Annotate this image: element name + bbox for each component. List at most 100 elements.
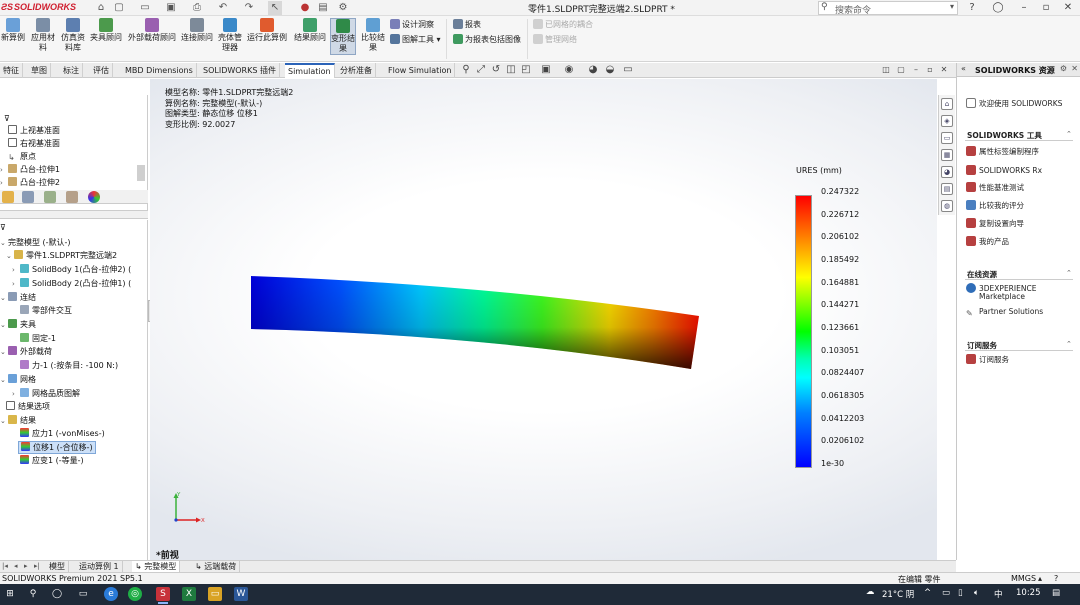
- task-view-icon[interactable]: ◯: [50, 587, 64, 601]
- tree-solid-body-2[interactable]: › SolidBody 2(凸台-拉伸1) (: [12, 278, 131, 290]
- appearances-icon[interactable]: ◕: [941, 166, 953, 178]
- undo-icon[interactable]: ↶: [216, 1, 230, 15]
- print-icon[interactable]: ⎙: [190, 1, 204, 15]
- pane-close-icon[interactable]: ✕: [938, 64, 950, 76]
- tab-flow-simulation[interactable]: Flow Simulation: [385, 63, 456, 78]
- tree-item-top-plane[interactable]: 上视基准面: [8, 125, 60, 136]
- tree-force-1[interactable]: 力-1 (:按条目: -100 N:): [20, 360, 118, 371]
- run-study-button[interactable]: 运行此算例: [246, 18, 288, 43]
- online-partner-solutions[interactable]: ✎ Partner Solutions: [966, 307, 1043, 319]
- volume-icon[interactable]: 🔈︎: [974, 588, 979, 598]
- edge-browser-icon[interactable]: e: [104, 587, 118, 601]
- units-dropdown-icon[interactable]: ▴: [1038, 574, 1042, 583]
- status-help-icon[interactable]: ?: [1054, 574, 1058, 583]
- tree-part[interactable]: ⌄ 零件1.SLDPRT完整远端2: [6, 250, 117, 262]
- report-button[interactable]: 报表: [453, 19, 481, 30]
- deformed-result-button[interactable]: 变形结果: [330, 18, 356, 55]
- search-commands-input[interactable]: ⚲ 搜索命令 ▾: [818, 1, 958, 16]
- weather-temperature[interactable]: 21°C 阴: [882, 588, 914, 600]
- tree-mesh[interactable]: ⌄ 网格: [0, 374, 36, 386]
- hide-show-icon[interactable]: ◉: [563, 64, 575, 76]
- tab-features[interactable]: 特征: [0, 63, 23, 78]
- edit-appearance-icon[interactable]: ◕: [587, 64, 599, 76]
- tab-markup[interactable]: 标注: [60, 63, 83, 78]
- tree-strain-1[interactable]: 应变1 (-等量-): [20, 455, 84, 466]
- tool-performance-benchmark[interactable]: 性能基准测试: [966, 182, 1024, 192]
- tree-stress-1[interactable]: 应力1 (-vonMises-): [20, 428, 105, 439]
- section-view-icon[interactable]: ◫: [505, 64, 517, 76]
- tab-simulation[interactable]: Simulation: [285, 63, 335, 78]
- open-file-icon[interactable]: ▭: [138, 1, 152, 15]
- online-collapse-icon[interactable]: ⌃: [1066, 269, 1072, 277]
- maximize-button[interactable]: ▫: [1036, 1, 1056, 15]
- ime-indicator[interactable]: 中: [994, 588, 1003, 600]
- previous-view-icon[interactable]: ↺: [490, 64, 502, 76]
- pane-maximize-icon[interactable]: ▫: [924, 64, 936, 76]
- solidworks-forum-icon[interactable]: ◍: [941, 200, 953, 212]
- tree-fixed-1[interactable]: 固定-1: [20, 333, 56, 344]
- panel-splitter[interactable]: [0, 210, 148, 219]
- file-explorer-taskbar-icon[interactable]: ▭: [208, 587, 222, 601]
- results-advisor-button[interactable]: 结果顾问: [292, 18, 328, 43]
- file-props-icon[interactable]: ▤: [316, 1, 330, 15]
- new-file-icon[interactable]: ▢: [112, 1, 126, 15]
- notification-icon[interactable]: ▤: [1052, 588, 1060, 598]
- simulation-library-button[interactable]: 仿真资料库: [60, 18, 86, 53]
- network-icon[interactable]: ▭: [942, 588, 950, 598]
- tab-solidworks-addins[interactable]: SOLIDWORKS 插件: [200, 63, 280, 78]
- filter-icon[interactable]: ⊽: [4, 113, 10, 124]
- collapse-pane-icon[interactable]: «: [961, 64, 966, 73]
- plot-tools-button[interactable]: 图解工具 ▾: [390, 34, 441, 45]
- scene-icon[interactable]: ◒: [604, 64, 616, 76]
- external-loads-advisor-button[interactable]: 外部载荷顾问: [126, 18, 178, 43]
- tree-item-boss-extrude-2[interactable]: › 凸台-拉伸2: [0, 177, 60, 189]
- feature-manager-tab-icon[interactable]: [2, 191, 14, 203]
- select-icon[interactable]: ↖: [268, 1, 282, 15]
- display-style-icon[interactable]: ▣: [540, 64, 552, 76]
- deformed-beam-plot[interactable]: [251, 274, 701, 370]
- tab-analysis-prep[interactable]: 分析准备: [337, 63, 376, 78]
- pane-pin-icon[interactable]: ✕: [1071, 64, 1078, 73]
- tool-my-products[interactable]: 我的产品: [966, 236, 1009, 246]
- redo-icon[interactable]: ↷: [242, 1, 256, 15]
- view-palette-icon[interactable]: ▦: [941, 149, 953, 161]
- tab-scroll-next-icon[interactable]: ▸: [24, 561, 28, 572]
- unit-system-selector[interactable]: MMGS: [1011, 574, 1036, 583]
- solidworks-taskbar-icon[interactable]: S: [156, 587, 170, 604]
- zoom-area-icon[interactable]: ⤢: [475, 64, 487, 76]
- word-icon[interactable]: W: [234, 587, 248, 601]
- home-icon[interactable]: ⌂: [94, 1, 108, 15]
- tool-solidworks-rx[interactable]: SOLIDWORKS Rx: [966, 165, 1042, 175]
- tree-external-loads[interactable]: ⌄ 外部载荷: [0, 346, 52, 358]
- pane-settings-icon[interactable]: ⚙: [1060, 64, 1067, 73]
- excel-icon[interactable]: X: [182, 587, 196, 601]
- tab-scroll-first-icon[interactable]: |◂: [2, 561, 8, 572]
- connections-advisor-button[interactable]: 连接顾问: [180, 18, 214, 43]
- tray-overflow-icon[interactable]: ^: [924, 588, 931, 598]
- home-icon[interactable]: ⌂: [941, 98, 953, 110]
- battery-icon[interactable]: ▯: [958, 588, 963, 598]
- subscription-services-link[interactable]: 订阅服务: [966, 354, 1009, 364]
- help-icon[interactable]: ?: [962, 1, 982, 15]
- pane-minimize-icon[interactable]: –: [910, 64, 922, 76]
- taskbar-search-icon[interactable]: ⚲: [26, 587, 40, 601]
- design-insight-button[interactable]: 设计洞察: [390, 19, 434, 30]
- feature-tree-scrollbar[interactable]: [137, 165, 145, 181]
- tree-solid-body-1[interactable]: › SolidBody 1(凸台-拉伸2) (: [12, 264, 131, 276]
- tool-copy-settings-wizard[interactable]: 复制设置向导: [966, 218, 1024, 228]
- legend-color-bar[interactable]: [795, 195, 812, 468]
- tree-result-options[interactable]: 结果选项: [6, 401, 50, 412]
- tree-fixtures[interactable]: ⌄ 夹具: [0, 319, 36, 331]
- pane-tile-icon[interactable]: ▢: [895, 64, 907, 76]
- weather-icon[interactable]: ☁: [866, 587, 875, 597]
- tools-collapse-icon[interactable]: ⌃: [1066, 130, 1072, 138]
- pane-restore-icon[interactable]: ◫: [880, 64, 892, 76]
- view-settings-icon[interactable]: ▭: [622, 64, 634, 76]
- include-image-button[interactable]: 为报表包括图像: [453, 34, 521, 45]
- file-explorer-icon[interactable]: ▭: [941, 132, 953, 144]
- compare-results-button[interactable]: 比较结果: [360, 18, 386, 53]
- online-marketplace-line2[interactable]: Marketplace: [979, 292, 1025, 301]
- property-manager-tab-icon[interactable]: [22, 191, 34, 203]
- design-library-icon[interactable]: ◈: [941, 115, 953, 127]
- search-dropdown-icon[interactable]: ▾: [950, 2, 954, 11]
